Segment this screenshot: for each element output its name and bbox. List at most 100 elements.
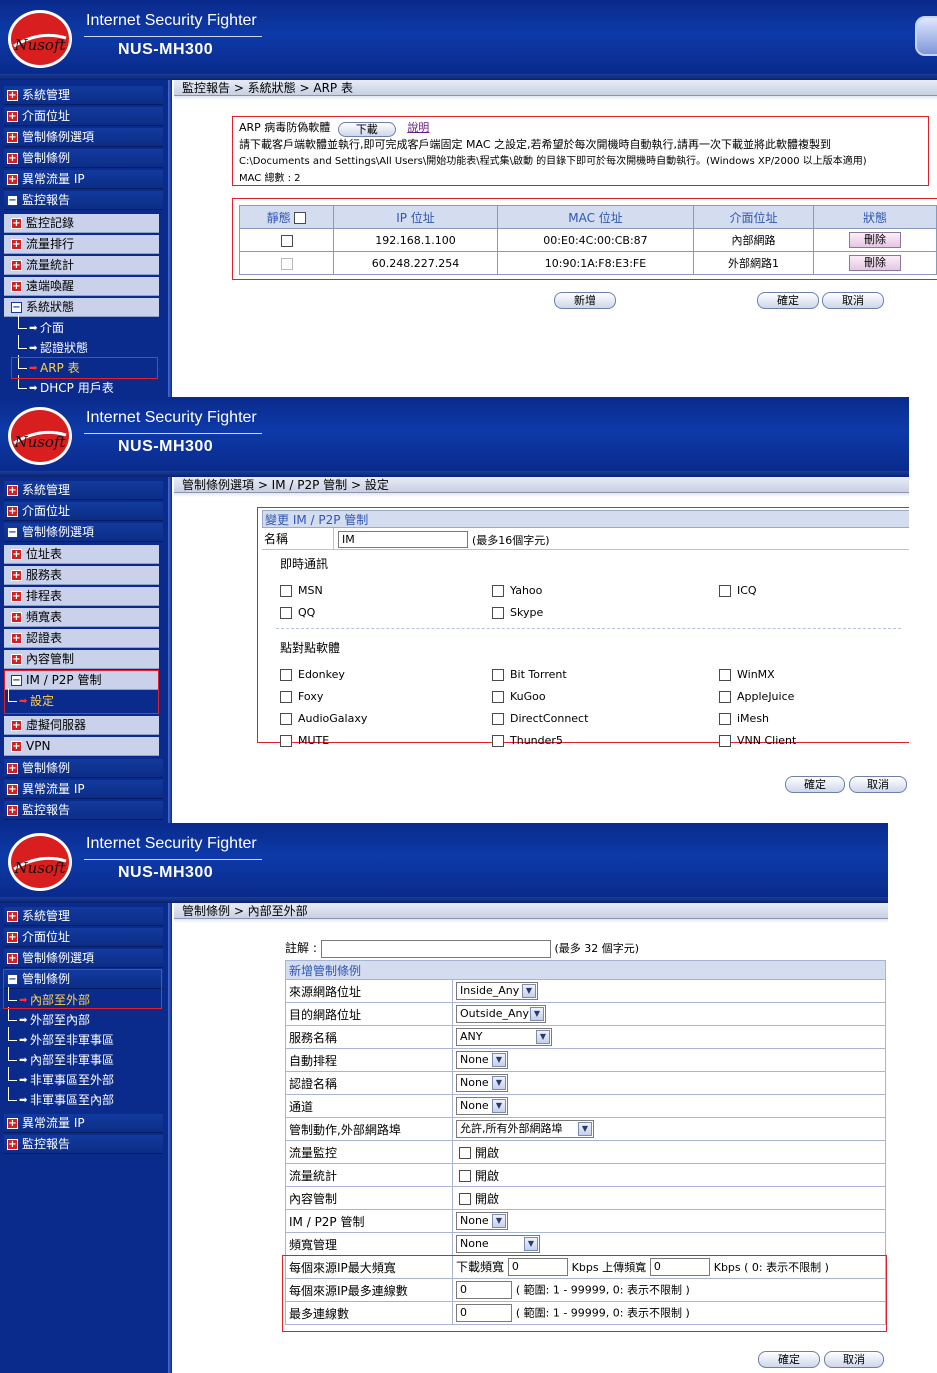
static-checkbox[interactable]: [280, 257, 293, 270]
traffic-stats-checkbox[interactable]: [459, 1170, 471, 1182]
sidebar-item-anomaly-ip[interactable]: + 異常流量 IP: [4, 1114, 163, 1133]
sidebar-item-anomaly-ip[interactable]: + 異常流量 IP: [4, 170, 163, 189]
checkbox[interactable]: [719, 585, 731, 597]
sidebar-item-policy[interactable]: + 管制條例: [4, 149, 163, 168]
sidebar-item-policy-objects[interactable]: + 管制條例選項: [4, 949, 163, 968]
schedule-select[interactable]: None ▼: [456, 1051, 508, 1069]
sidebar-item-system[interactable]: + 系統管理: [4, 907, 163, 926]
action-select[interactable]: 允許,所有外部網路埠 ▼: [456, 1120, 594, 1138]
sidebar-item-system[interactable]: + 系統管理: [4, 86, 163, 105]
option-kugoo[interactable]: KuGoo: [492, 690, 546, 703]
option-icq[interactable]: ICQ: [719, 584, 757, 597]
sidebar-item-policy-objects[interactable]: − 管制條例選項: [4, 523, 163, 542]
destination-address-select[interactable]: Outside_Any ▼: [456, 1005, 546, 1023]
content-filter-checkbox[interactable]: [459, 1193, 471, 1205]
sidebar-item-interface[interactable]: + 介面位址: [4, 928, 163, 947]
sidebar-leaf-inside-to-dmz[interactable]: ➡ 內部至非軍事區: [6, 1047, 114, 1070]
service-select[interactable]: ANY ▼: [456, 1028, 552, 1046]
sidebar-sub-traffic-rank[interactable]: + 流量排行: [4, 235, 159, 254]
sidebar-sub-auth[interactable]: + 認證表: [4, 629, 159, 648]
option-edonkey[interactable]: Edonkey: [280, 668, 345, 681]
sidebar-sub-bandwidth[interactable]: + 頻寬表: [4, 608, 159, 627]
option-applejuice[interactable]: AppleJuice: [719, 690, 794, 703]
checkbox[interactable]: [280, 607, 292, 619]
sidebar-sub-virtual-server[interactable]: + 虛擬伺服器: [4, 716, 159, 735]
logout-orb-icon[interactable]: [915, 16, 937, 56]
sidebar-item-interface[interactable]: + 介面位址: [4, 502, 163, 521]
delete-button[interactable]: 刪除: [849, 255, 901, 271]
sidebar-sub-monitor-log[interactable]: + 監控記錄: [4, 214, 159, 233]
auth-select[interactable]: None ▼: [456, 1074, 508, 1092]
option-vnn-client[interactable]: VNN Client: [719, 734, 796, 747]
checkbox[interactable]: [492, 691, 504, 703]
sidebar-sub-service[interactable]: + 服務表: [4, 566, 159, 585]
sidebar-leaf-dmz-to-outside[interactable]: ➡ 非軍事區至外部: [6, 1067, 114, 1090]
sidebar-leaf-dmz-to-inside[interactable]: ➡ 非軍事區至內部: [6, 1087, 114, 1110]
sidebar-leaf-outside-to-dmz[interactable]: ➡ 外部至非軍事區: [6, 1027, 114, 1050]
checkbox[interactable]: [280, 691, 292, 703]
select-all-checkbox[interactable]: [294, 212, 307, 224]
sidebar-item-anomaly-ip[interactable]: + 異常流量 IP: [4, 780, 163, 799]
im-p2p-select[interactable]: None ▼: [456, 1212, 508, 1230]
option-mute[interactable]: MUTE: [280, 734, 329, 747]
delete-button[interactable]: 刪除: [849, 232, 901, 248]
option-foxy[interactable]: Foxy: [280, 690, 323, 703]
option-thunder5[interactable]: Thunder5: [492, 734, 563, 747]
bandwidth-select[interactable]: None ▼: [456, 1235, 540, 1253]
ok-button[interactable]: 確定: [785, 776, 845, 793]
sidebar-leaf-dhcp-clients[interactable]: ➡ DHCP 用戶表: [16, 375, 114, 397]
cancel-button[interactable]: 取消: [822, 292, 884, 309]
sidebar-sub-schedule[interactable]: + 排程表: [4, 587, 159, 606]
sidebar-sub-system-status[interactable]: − 系統狀態: [4, 298, 159, 317]
checkbox[interactable]: [492, 713, 504, 725]
download-button[interactable]: 下載: [337, 122, 396, 137]
traffic-monitor-checkbox[interactable]: [459, 1147, 471, 1159]
option-bittorrent[interactable]: Bit Torrent: [492, 668, 567, 681]
checkbox[interactable]: [492, 585, 504, 597]
sidebar-item-policy-objects[interactable]: + 管制條例選項: [4, 128, 163, 147]
checkbox[interactable]: [492, 607, 504, 619]
option-directconnect[interactable]: DirectConnect: [492, 712, 588, 725]
add-button[interactable]: 新增: [554, 292, 616, 309]
checkbox[interactable]: [492, 669, 504, 681]
option-skype[interactable]: Skype: [492, 606, 543, 619]
source-address-select[interactable]: Inside_Any ▼: [456, 982, 538, 1000]
tunnel-select[interactable]: None ▼: [456, 1097, 508, 1115]
sidebar-item-monitor-report[interactable]: − 監控報告: [4, 191, 163, 210]
name-input[interactable]: [338, 531, 468, 548]
checkbox[interactable]: [492, 735, 504, 747]
sidebar-sub-content-filter[interactable]: + 內容管制: [4, 650, 159, 669]
help-link[interactable]: 說明: [407, 121, 429, 134]
note-input[interactable]: [320, 939, 551, 958]
checkbox[interactable]: [719, 735, 731, 747]
checkbox[interactable]: [280, 669, 292, 681]
sidebar-sub-wake-on-lan[interactable]: + 遠端喚醒: [4, 277, 159, 296]
cancel-button[interactable]: 取消: [824, 1351, 884, 1368]
option-yahoo[interactable]: Yahoo: [492, 584, 542, 597]
checkbox[interactable]: [719, 669, 731, 681]
static-checkbox[interactable]: [280, 234, 293, 247]
chevron-down-icon: ▼: [530, 1007, 544, 1021]
option-winmx[interactable]: WinMX: [719, 668, 775, 681]
checkbox[interactable]: [719, 691, 731, 703]
option-msn[interactable]: MSN: [280, 584, 323, 597]
sidebar-item-monitor-report[interactable]: + 監控報告: [4, 801, 163, 820]
option-audiogalaxy[interactable]: AudioGalaxy: [280, 712, 367, 725]
checkbox[interactable]: [280, 735, 292, 747]
sidebar-item-monitor-report[interactable]: + 監控報告: [4, 1135, 163, 1154]
cancel-button[interactable]: 取消: [849, 776, 907, 793]
option-imesh[interactable]: iMesh: [719, 712, 769, 725]
checkbox[interactable]: [719, 713, 731, 725]
sidebar-sub-vpn[interactable]: + VPN: [4, 737, 159, 756]
sidebar-sub-address[interactable]: + 位址表: [4, 545, 159, 564]
sidebar-sub-traffic-stats[interactable]: + 流量統計: [4, 256, 159, 275]
sidebar-item-interface[interactable]: + 介面位址: [4, 107, 163, 126]
sidebar-item-system[interactable]: + 系統管理: [4, 481, 163, 500]
sidebar-leaf-outside-to-inside[interactable]: ➡ 外部至內部: [6, 1007, 90, 1030]
checkbox[interactable]: [280, 585, 292, 597]
sidebar-item-policy[interactable]: + 管制條例: [4, 759, 163, 778]
option-qq[interactable]: QQ: [280, 606, 315, 619]
checkbox[interactable]: [280, 713, 292, 725]
ok-button[interactable]: 確定: [757, 292, 819, 309]
ok-button[interactable]: 確定: [758, 1351, 820, 1368]
